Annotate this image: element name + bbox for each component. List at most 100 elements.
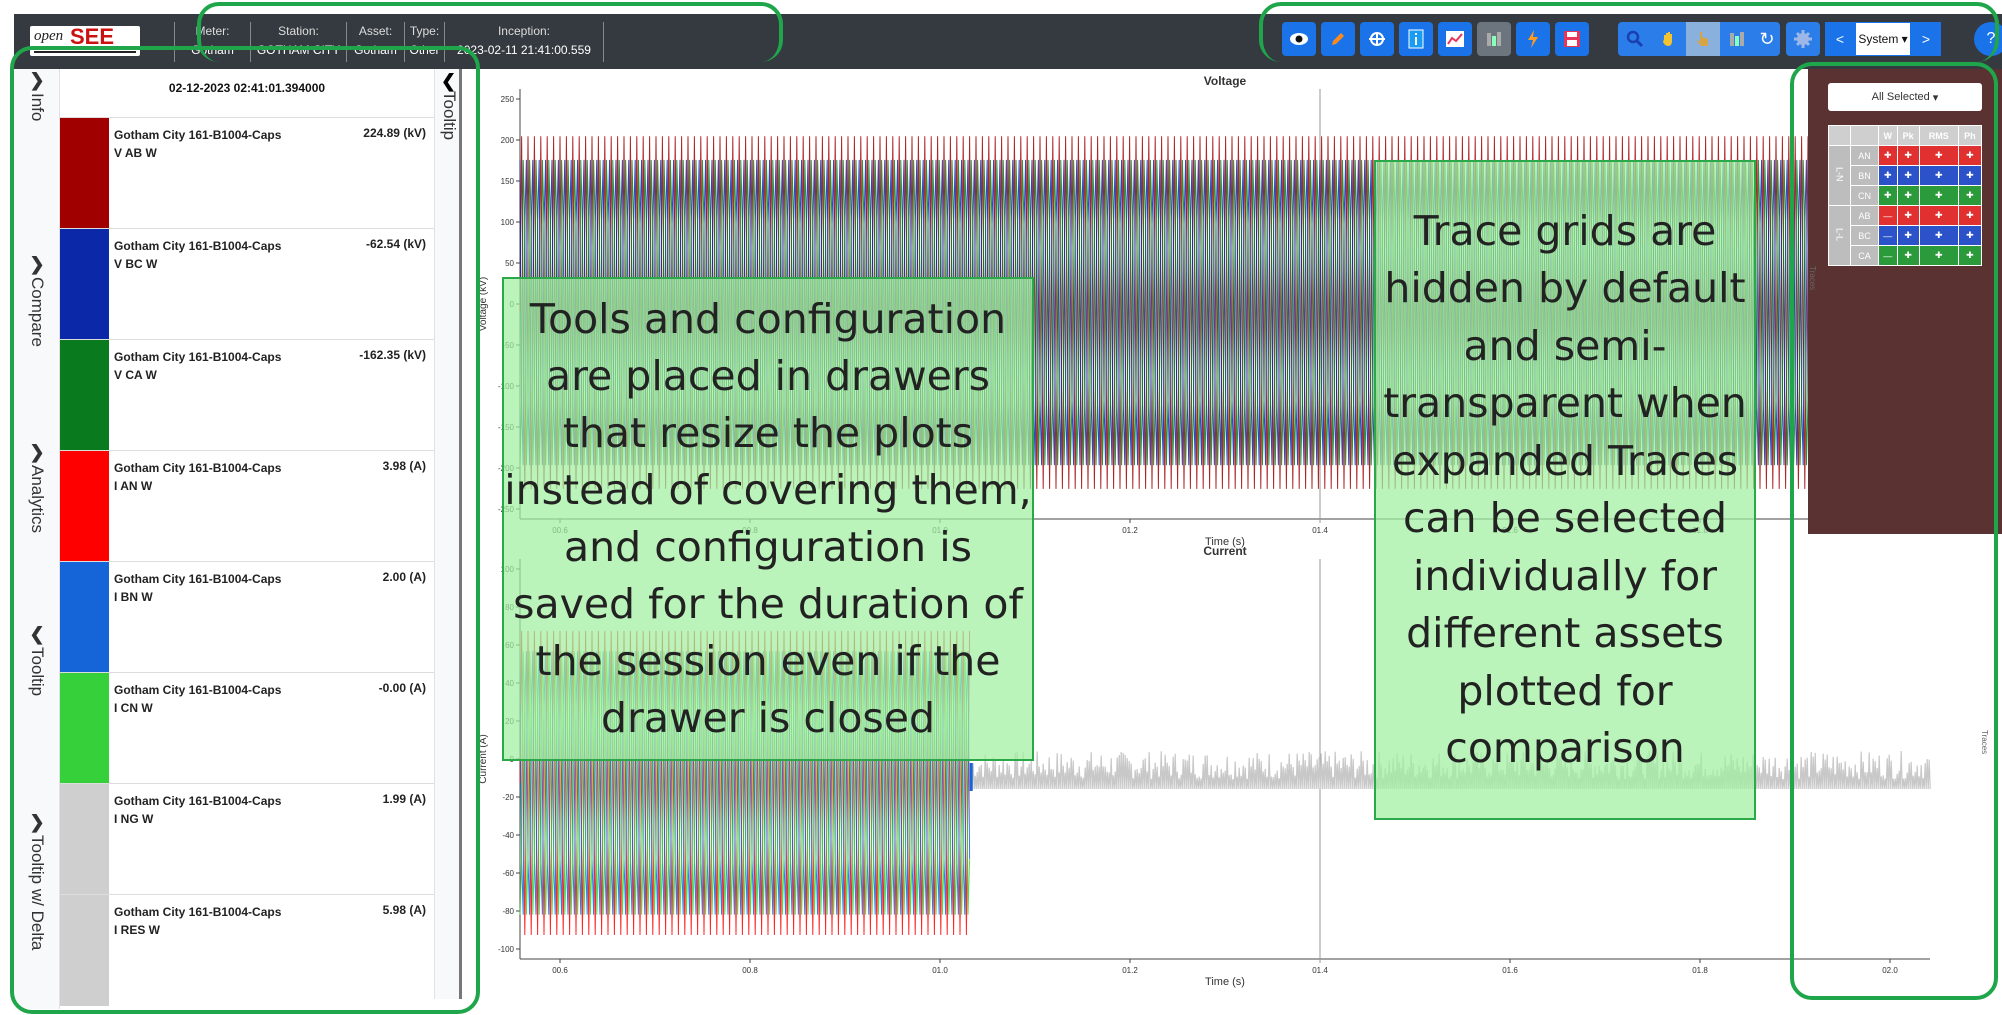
refresh-icon[interactable]: ↻ [1754,22,1780,56]
trace-toggle[interactable]: ✚ [1957,205,1983,226]
traces-handle-voltage[interactable]: Traces [1808,266,1817,290]
stats-icon[interactable] [1720,22,1754,56]
y-tick-label: 150 [501,177,515,186]
trace-toggle[interactable]: ✚ [1896,245,1920,266]
tooltip-drawer-handle[interactable]: ❮ Tooltip [434,69,462,999]
help-button[interactable]: ? [1974,22,2002,56]
trace-name: Gotham City 161-B1004-Caps I CN W [114,683,282,715]
row-label: CN [1850,185,1879,206]
top-header: open SEE Meter: Gotham Station: GOTHAM C… [14,14,2002,69]
toolbar-right: ↻ [1618,22,1820,60]
left-drawer-tabs: ❯ Info ❯ Compare ❯ Analytics ❮ Tooltip ❯… [14,69,60,1009]
y-tick-label: -40 [502,831,514,840]
traces-handle-current[interactable]: Traces [1980,730,1989,754]
trace-value: -62.54 (kV) [365,237,426,251]
x-tick-label: 01.2 [1122,526,1138,535]
x-tick-label: 02.0 [1882,966,1898,975]
trace-name: Gotham City 161-B1004-Caps I RES W [114,905,282,937]
info-icon[interactable] [1399,22,1433,56]
trace-toggle[interactable]: ✚ [1896,185,1920,206]
annotation-text: Tools and configuration are placed in dr… [504,295,1032,742]
trace-color-swatch [60,784,109,895]
x-tick-label: 01.0 [932,966,948,975]
trace-toggle[interactable]: ✚ [1896,205,1920,226]
meta-type: Type: Other [404,22,444,62]
tab-compare[interactable]: ❯ Compare [22,255,52,347]
col-header: W [1878,125,1898,146]
meta-value: Other [409,43,440,57]
tooltip-row: Gotham City 161-B1004-Caps I AN W 3.98 (A… [60,450,434,562]
crosshair-icon[interactable] [1360,22,1394,56]
tab-label: Analytics [28,465,47,534]
pencil-icon[interactable] [1321,22,1355,56]
meta-value: GOTHAM CITY [256,43,341,57]
chevron-right-icon: ❯ [29,442,45,462]
tooltip-row: Gotham City 161-B1004-Caps I BN W 2.00 (A… [60,561,434,673]
trace-name: Gotham City 161-B1004-Caps I BN W [114,572,282,604]
annotation-trace-grids: Trace grids are hidden by default and se… [1374,160,1756,820]
tooltip-drawer-label: Tooltip [440,91,459,141]
trace-toggle[interactable]: — [1878,245,1898,266]
trace-toggle[interactable]: — [1878,205,1898,226]
bar-chart-icon[interactable] [1477,22,1511,56]
trace-toggle[interactable]: ✚ [1896,145,1920,166]
hand-icon[interactable] [1652,22,1686,56]
trace-toggle[interactable]: ✚ [1918,205,1959,226]
trace-toggle[interactable]: ✚ [1918,185,1959,206]
trace-toggle[interactable]: ✚ [1957,165,1983,186]
next-button[interactable]: > [1911,22,1941,56]
y-tick-label: -60 [502,869,514,878]
eye-icon[interactable] [1282,22,1316,56]
all-selected-dropdown[interactable]: All Selected ▾ [1828,83,1982,111]
gear-icon[interactable] [1786,22,1820,56]
y-tick-label: 100 [501,218,515,227]
meta-label: Type: [409,24,440,38]
save-icon[interactable] [1555,22,1589,56]
tab-analytics[interactable]: ❯ Analytics [22,443,52,533]
tab-tooltip[interactable]: ❮ Tooltip [22,625,52,696]
trace-toggle[interactable]: ✚ [1918,165,1959,186]
y-tick-label: -20 [502,793,514,802]
trace-toggle[interactable]: ✚ [1957,145,1983,166]
trace-toggle[interactable]: ✚ [1918,145,1959,166]
chevron-right-icon: ❯ [29,254,45,274]
trace-value: -0.00 (A) [378,681,426,695]
traces-panel: All Selected ▾ W Pk RMS Ph L-N AN ✚ ✚ ✚ [1808,69,2002,534]
prev-button[interactable]: < [1825,22,1855,56]
system-select-value: System [1858,32,1899,46]
tooltip-row: Gotham City 161-B1004-Caps I RES W 5.98 (… [60,894,434,1006]
zoom-icon[interactable] [1618,22,1652,56]
trace-toggle[interactable]: ✚ [1896,165,1920,186]
system-select[interactable]: System ▾ [1855,22,1911,56]
plot-title: Voltage [1204,74,1247,88]
trace-toggle[interactable]: ✚ [1957,245,1983,266]
row-label: BC [1850,225,1879,246]
opensee-logo: open SEE [30,24,140,56]
row-label: CA [1850,245,1879,266]
trace-toggle[interactable]: ✚ [1918,245,1959,266]
trace-toggle[interactable]: — [1878,225,1898,246]
trace-color-swatch [60,451,109,562]
tab-tooltip-delta[interactable]: ❯ Tooltip w/ Delta [22,813,52,950]
trace-color-swatch [60,229,109,340]
trace-toggle[interactable]: ✚ [1878,145,1898,166]
tab-info[interactable]: ❯ Info [22,71,52,121]
y-axis-title: Current (A) [478,734,489,783]
trace-toggle[interactable]: ✚ [1957,225,1983,246]
trace-toggle[interactable]: ✚ [1957,185,1983,206]
trace-color-swatch [60,562,109,673]
chart-line-icon[interactable] [1438,22,1472,56]
group-label: L-L [1828,205,1851,266]
trace-toggle[interactable]: ✚ [1878,185,1898,206]
row-label: AB [1850,205,1879,226]
tooltip-timestamp: 02-12-2023 02:41:01.394000 [168,81,326,95]
lightning-icon[interactable] [1516,22,1550,56]
trace-toggle[interactable]: ✚ [1878,165,1898,186]
tooltip-row: Gotham City 161-B1004-Caps I CN W -0.00 (… [60,672,434,784]
pointer-icon[interactable] [1686,22,1720,56]
trace-toggle[interactable]: ✚ [1918,225,1959,246]
y-tick-label: 200 [501,136,515,145]
trace-name: Gotham City 161-B1004-Caps I AN W [114,461,282,493]
trace-color-swatch [60,340,109,451]
trace-toggle[interactable]: ✚ [1896,225,1920,246]
